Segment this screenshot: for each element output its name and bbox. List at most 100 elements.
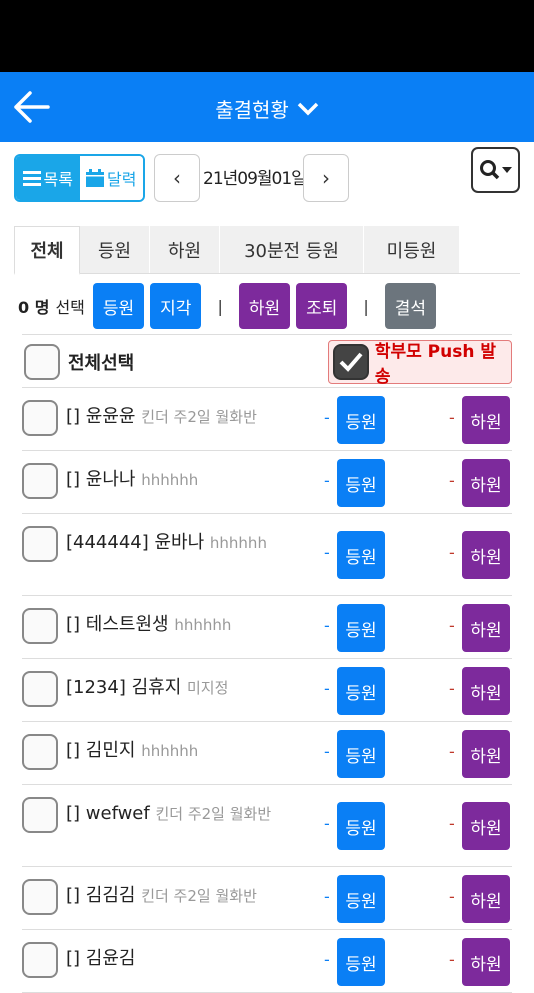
leave-time: -: [449, 887, 455, 906]
table-row: [] 김김김 킨더 주2일 월화반 - 등원 - 하원: [22, 867, 512, 930]
current-date[interactable]: 21년09월01일: [203, 164, 307, 189]
arrive-time: -: [324, 742, 330, 761]
arrive-button[interactable]: 등원: [337, 604, 385, 652]
select-all[interactable]: 전체선택: [24, 344, 134, 380]
student-name-cell: [1234] 김휴지 미지정: [66, 675, 316, 701]
student-memo: hhhhhh: [141, 471, 199, 489]
row-checkbox[interactable]: [22, 463, 58, 499]
chevron-left-icon: ‹: [173, 166, 181, 190]
student-name: [] 김윤김: [66, 948, 136, 969]
leave-button[interactable]: 하원: [462, 604, 510, 652]
leave-button[interactable]: 하원: [462, 459, 510, 507]
student-name-cell: [] 테스트원생 hhhhhh: [66, 612, 316, 638]
student-name-cell: [444444] 윤바나 hhhhhh: [66, 530, 316, 556]
row-checkbox[interactable]: [22, 526, 58, 562]
selected-count: 0 명: [18, 298, 50, 317]
row-checkbox[interactable]: [22, 400, 58, 436]
parent-push-toggle[interactable]: 학부모 Push 발송: [328, 340, 512, 387]
leave-time: -: [449, 742, 455, 761]
leave-time: -: [449, 814, 455, 833]
student-name: [] wefwef: [66, 803, 150, 824]
list-icon: [22, 171, 41, 186]
bulk-absent-button[interactable]: 결석: [384, 283, 437, 329]
table-row: [] 김윤김 - 등원 - 하원: [22, 930, 512, 993]
student-name: [] 테스트원생: [66, 614, 169, 635]
leave-button[interactable]: 하원: [462, 667, 510, 715]
status-bar: [0, 0, 534, 72]
leave-button[interactable]: 하원: [462, 938, 510, 986]
student-name-cell: [] 윤윤윤 킨더 주2일 월화반: [66, 404, 316, 430]
checkmark-icon[interactable]: [333, 344, 369, 380]
arrive-button[interactable]: 등원: [337, 875, 385, 923]
arrive-button[interactable]: 등원: [337, 938, 385, 986]
tab-30min-before[interactable]: 30분전 등원: [220, 226, 364, 273]
leave-time: -: [449, 471, 455, 490]
arrive-time: -: [324, 408, 330, 427]
arrive-button[interactable]: 등원: [337, 531, 385, 579]
student-list: [] 윤윤윤 킨더 주2일 월화반 - 등원 - 하원 [] 윤나나 hhhhh…: [22, 388, 512, 993]
tab-bar: 전체 등원 하원 30분전 등원 미등원: [14, 226, 520, 275]
row-checkbox[interactable]: [22, 797, 58, 833]
select-all-checkbox[interactable]: [24, 344, 60, 380]
list-header: 전체선택 학부모 Push 발송: [22, 334, 512, 388]
tab-not-arrived[interactable]: 미등원: [364, 226, 460, 273]
tab-all[interactable]: 전체: [14, 226, 80, 275]
student-name-cell: [] wefwef 킨더 주2일 월화반: [66, 801, 316, 827]
student-name: [] 김김김: [66, 885, 136, 906]
view-toggle: 목록 달력: [14, 154, 145, 202]
table-row: [] wefwef 킨더 주2일 월화반 - 등원 - 하원: [22, 785, 512, 867]
table-row: [] 김민지 hhhhhh - 등원 - 하원: [22, 722, 512, 785]
student-name: [] 김민지: [66, 740, 136, 761]
page-title[interactable]: 출결현황: [0, 94, 534, 123]
arrive-time: -: [324, 950, 330, 969]
arrive-button[interactable]: 등원: [337, 730, 385, 778]
row-checkbox[interactable]: [22, 942, 58, 978]
app-header: 출결현황: [0, 72, 534, 142]
search-icon: [479, 160, 512, 180]
student-name-cell: [] 김김김 킨더 주2일 월화반: [66, 883, 316, 909]
bulk-early-leave-button[interactable]: 조퇴: [296, 283, 348, 329]
arrive-button[interactable]: 등원: [337, 459, 385, 507]
student-name: [] 윤나나: [66, 469, 136, 490]
leave-time: -: [449, 616, 455, 635]
prev-date-button[interactable]: ‹: [154, 154, 200, 202]
table-row: [1234] 김휴지 미지정 - 등원 - 하원: [22, 659, 512, 722]
table-row: [444444] 윤바나 hhhhhh - 등원 - 하원: [22, 514, 512, 596]
leave-button[interactable]: 하원: [462, 531, 510, 579]
row-checkbox[interactable]: [22, 734, 58, 770]
arrive-button[interactable]: 등원: [337, 396, 385, 444]
row-checkbox[interactable]: [22, 608, 58, 644]
bulk-leave-button[interactable]: 하원: [238, 283, 291, 329]
leave-button[interactable]: 하원: [462, 875, 510, 923]
row-checkbox[interactable]: [22, 671, 58, 707]
list-view-button[interactable]: 목록: [16, 156, 80, 200]
student-memo: hhhhhh: [141, 742, 199, 760]
chevron-right-icon: ›: [322, 166, 330, 190]
student-name-cell: [] 윤나나 hhhhhh: [66, 467, 316, 493]
calendar-view-button[interactable]: 달력: [79, 156, 143, 200]
student-memo: hhhhhh: [174, 616, 232, 634]
leave-button[interactable]: 하원: [462, 396, 510, 444]
date-toolbar: 목록 달력 ‹ 21년09월01일 ›: [0, 142, 534, 216]
search-button[interactable]: [471, 147, 520, 193]
leave-button[interactable]: 하원: [462, 802, 510, 850]
tab-arrived[interactable]: 등원: [80, 226, 150, 273]
student-memo: 킨더 주2일 월화반: [141, 408, 257, 426]
tab-left[interactable]: 하원: [150, 226, 220, 273]
arrive-time: -: [324, 814, 330, 833]
row-checkbox[interactable]: [22, 879, 58, 915]
student-memo: 킨더 주2일 월화반: [141, 887, 257, 905]
next-date-button[interactable]: ›: [303, 154, 349, 202]
divider: |: [217, 296, 223, 316]
leave-time: -: [449, 950, 455, 969]
student-name: [444444] 윤바나: [66, 532, 205, 553]
leave-time: -: [449, 543, 455, 562]
bulk-late-button[interactable]: 지각: [150, 283, 202, 329]
calendar-icon: [86, 169, 105, 187]
arrive-button[interactable]: 등원: [337, 802, 385, 850]
arrive-button[interactable]: 등원: [337, 667, 385, 715]
bulk-arrive-button[interactable]: 등원: [92, 283, 145, 329]
arrive-time: -: [324, 887, 330, 906]
student-memo: hhhhhh: [209, 534, 267, 552]
leave-button[interactable]: 하원: [462, 730, 510, 778]
